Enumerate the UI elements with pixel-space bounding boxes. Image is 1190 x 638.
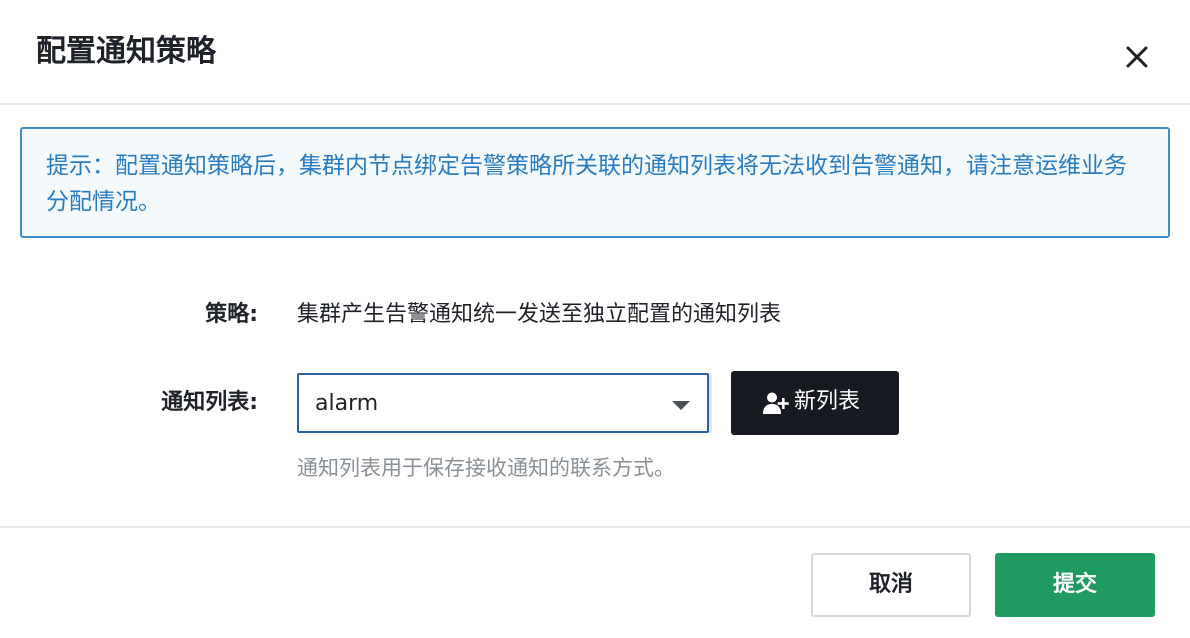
policy-value: 集群产生告警通知统一发送至独立配置的通知列表 [297,302,782,327]
new-list-button[interactable]: 新列表 [731,371,899,435]
new-list-label: 新列表 [794,389,861,414]
dialog-header: 配置通知策略 [0,0,1190,105]
configure-notification-policy-dialog: 配置通知策略 提示：配置通知策略后，集群内节点绑定告警策略所关联的通知列表将无法… [0,0,1190,638]
selected-list-value: alarm [315,391,379,416]
notification-list-select[interactable]: alarm [297,373,709,433]
notice-banner: 提示：配置通知策略后，集群内节点绑定告警策略所关联的通知列表将无法收到告警通知，… [20,127,1170,238]
dialog-title: 配置通知策略 [36,34,216,69]
notification-list-hint: 通知列表用于保存接收通知的联系方式。 [297,456,675,480]
footer-divider [0,526,1190,528]
cancel-button[interactable]: 取消 [811,553,971,617]
policy-label: 策略: [205,302,258,327]
notice-text: 提示：配置通知策略后，集群内节点绑定告警策略所关联的通知列表将无法收到告警通知，… [46,153,1127,215]
close-button[interactable] [1118,38,1156,76]
submit-button[interactable]: 提交 [995,553,1155,617]
caret-down-icon [672,401,690,410]
close-icon [1126,46,1148,68]
add-user-icon [763,391,789,419]
notification-list-label: 通知列表: [161,390,258,415]
